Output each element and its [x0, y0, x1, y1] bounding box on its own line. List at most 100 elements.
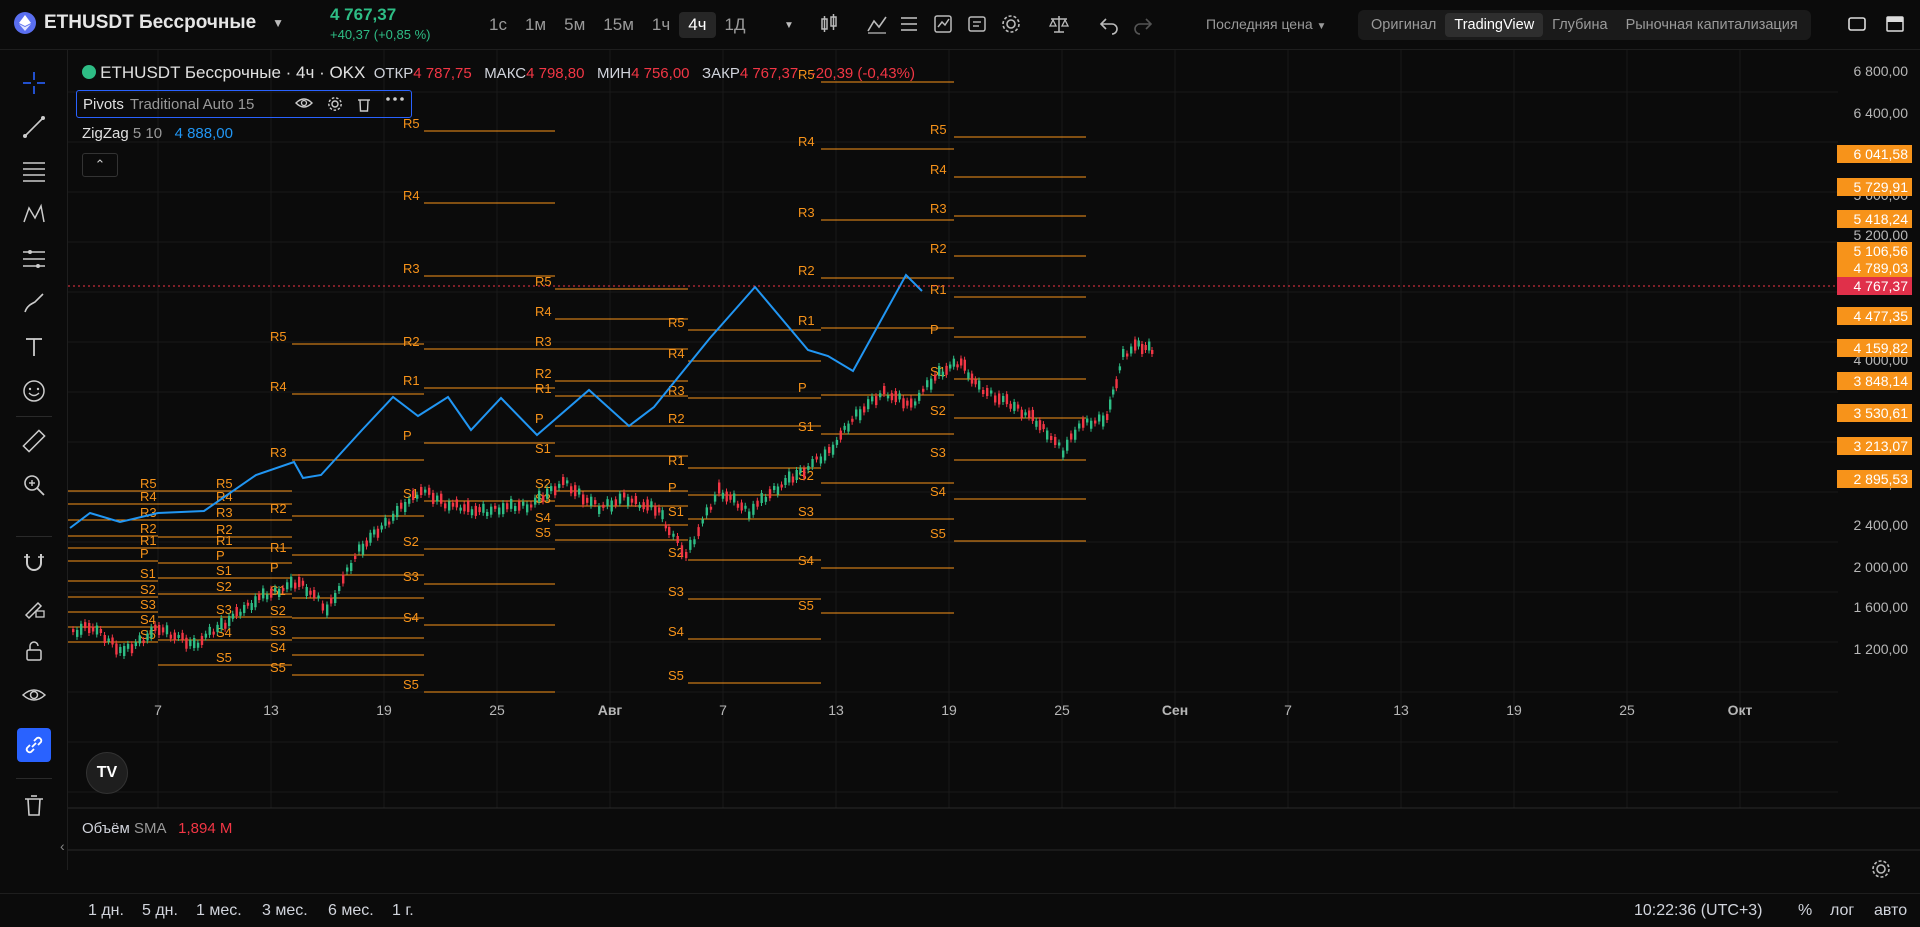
collapse-legend-button[interactable]: ⌃ — [82, 153, 118, 177]
candle-body-73 — [358, 544, 361, 552]
crosshair-icon[interactable] — [17, 66, 51, 100]
candle-body-76 — [369, 532, 372, 543]
lock-icon[interactable] — [17, 634, 51, 668]
candle-body-44 — [243, 605, 246, 613]
range-button-5[interactable]: 1 г. — [392, 902, 414, 920]
gear-icon[interactable] — [327, 96, 343, 112]
text-icon[interactable] — [17, 330, 51, 364]
pivot-label-3-R4: R4 — [403, 188, 420, 203]
price-marker-3: 5 106,56 — [1854, 243, 1909, 259]
pattern-icon[interactable] — [17, 198, 51, 232]
candle-body-229 — [970, 373, 974, 384]
price-type-select[interactable]: Последняя цена ▼ — [1206, 16, 1326, 32]
ruler-icon[interactable] — [17, 424, 51, 458]
candle-body-235 — [994, 395, 997, 403]
tab-timeframe-4[interactable]: 1ч — [643, 12, 679, 38]
candle-body-199 — [855, 409, 858, 417]
screenshot-icon[interactable] — [1884, 13, 1906, 35]
tab-timeframe-2[interactable]: 5м — [555, 12, 594, 38]
candle-body-139 — [618, 493, 622, 504]
trend-line-icon[interactable] — [17, 110, 51, 144]
pivot-label-3-R5: R5 — [403, 116, 420, 131]
alert-icon[interactable] — [932, 13, 954, 35]
templates-icon[interactable] — [898, 13, 920, 35]
link-icon[interactable] — [17, 728, 51, 762]
replay-icon[interactable] — [966, 13, 988, 35]
axis-settings-gear-icon[interactable] — [1870, 858, 1892, 880]
tab-view-0[interactable]: Оригинал — [1362, 13, 1445, 37]
zigzag-value: 4 888,00 — [174, 125, 233, 142]
candle-body-30 — [189, 640, 192, 647]
indicators-icon[interactable] — [866, 13, 888, 35]
emoji-icon[interactable] — [17, 374, 51, 408]
tab-view-1[interactable]: TradingView — [1445, 13, 1544, 37]
fullscreen-icon[interactable] — [1846, 13, 1868, 35]
clock[interactable]: 10:22:36 (UTC+3) — [1634, 902, 1763, 920]
close-label: ЗАКР — [702, 65, 740, 82]
magnet-icon[interactable] — [17, 546, 51, 580]
lock-drawing-icon[interactable] — [17, 590, 51, 624]
more-icon[interactable] — [385, 96, 405, 102]
candle-body-121 — [546, 488, 549, 499]
zigzag-indicator-legend[interactable]: ZigZag 5 10 4 888,00 — [82, 125, 233, 142]
range-button-3[interactable]: 3 мес. — [262, 902, 308, 920]
fib-icon[interactable] — [17, 154, 51, 188]
pivot-label-7-R1: R1 — [930, 282, 947, 297]
tab-timeframe-1[interactable]: 1м — [516, 12, 555, 38]
candle-body-39 — [224, 622, 227, 629]
candle-body-91 — [428, 487, 431, 495]
symbol-selector[interactable]: ETHUSDT Бессрочные ▼ — [14, 12, 284, 34]
candle-body-108 — [494, 505, 497, 509]
pivot-label-4-R2: R2 — [535, 366, 552, 381]
range-button-1[interactable]: 5 дн. — [142, 902, 178, 920]
candle-body-153 — [672, 533, 675, 537]
undo-icon[interactable] — [1098, 13, 1120, 35]
eye-icon[interactable] — [295, 96, 313, 110]
percent-toggle[interactable]: % — [1798, 902, 1812, 920]
tab-timeframe-3[interactable]: 15м — [594, 12, 643, 38]
redo-icon[interactable] — [1132, 13, 1154, 35]
candle-body-238 — [1005, 394, 1009, 405]
trash-icon[interactable] — [357, 96, 371, 112]
forecast-icon[interactable] — [17, 242, 51, 276]
zoom-in-icon[interactable] — [17, 468, 51, 502]
range-button-4[interactable]: 6 мес. — [328, 902, 374, 920]
gear-icon[interactable] — [1000, 13, 1022, 35]
candle-body-35 — [208, 626, 211, 635]
tab-timeframe-0[interactable]: 1с — [480, 12, 516, 38]
price-chart[interactable]: R5R4R3R2R1PS1S2S3S4S5R5R4R3R2R1PS1S2S3S4… — [68, 50, 1920, 893]
candle-body-20 — [150, 626, 153, 638]
eye-icon[interactable] — [17, 678, 51, 712]
timeframe-more-icon[interactable]: ▼ — [784, 20, 806, 42]
chevron-down-icon[interactable]: ▼ — [272, 16, 284, 30]
candle-body-219 — [934, 374, 937, 381]
candle-body-93 — [436, 495, 439, 502]
pivots-indicator-legend[interactable]: Pivots Traditional Auto 15 — [76, 90, 412, 118]
candle-body-141 — [626, 496, 630, 506]
candle-body-10 — [111, 637, 114, 645]
brush-icon[interactable] — [17, 286, 51, 320]
candle-body-275 — [1144, 345, 1147, 350]
candle-body-90 — [424, 489, 427, 493]
scales-icon[interactable] — [1048, 13, 1070, 35]
range-button-2[interactable]: 1 мес. — [196, 902, 242, 920]
tab-view-2[interactable]: Глубина — [1543, 13, 1616, 37]
tab-timeframe-6[interactable]: 1Д — [716, 12, 755, 38]
auto-toggle[interactable]: авто — [1874, 902, 1907, 920]
log-toggle[interactable]: лог — [1830, 902, 1854, 920]
tab-timeframe-5[interactable]: 4ч — [679, 12, 716, 38]
candle-body-114 — [518, 501, 521, 511]
trash-icon[interactable] — [17, 788, 51, 822]
tab-view-3[interactable]: Рыночная капитализация — [1617, 13, 1807, 37]
volume-legend[interactable]: Объём SMA 1,894 M — [82, 820, 232, 837]
open-label: ОТКР — [373, 65, 414, 82]
candle-body-16 — [134, 642, 138, 646]
candle-body-145 — [642, 502, 645, 510]
price-marker-0: 6 041,58 — [1854, 146, 1909, 162]
candle-type-icon[interactable] — [818, 13, 840, 35]
candle-body-33 — [200, 635, 204, 645]
pivot-label-5-S5: S5 — [668, 668, 684, 683]
range-button-0[interactable]: 1 дн. — [88, 902, 124, 920]
pivot-label-3-R2: R2 — [403, 334, 420, 349]
collapse-toolbar-icon[interactable]: ‹ — [60, 838, 65, 854]
